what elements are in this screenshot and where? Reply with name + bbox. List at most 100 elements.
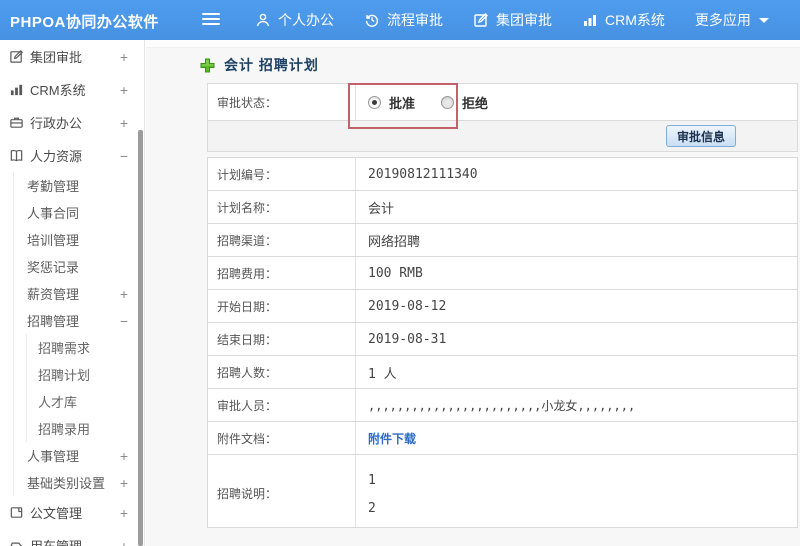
recruitment-submenu: 招聘需求 招聘计划 人才库 招聘录用 bbox=[26, 334, 144, 442]
sidebar-item-attendance[interactable]: 考勤管理 bbox=[14, 172, 144, 199]
sidebar-item-label: 人才库 bbox=[38, 395, 78, 410]
sidebar-item-recruit-demand[interactable]: 招聘需求 bbox=[27, 334, 144, 361]
attachment-download-link[interactable]: 附件下载 bbox=[368, 430, 416, 447]
sidebar-item-hr-contract[interactable]: 人事合同 bbox=[14, 199, 144, 226]
radio-approve[interactable]: 批准 bbox=[368, 93, 415, 112]
chart-icon bbox=[9, 82, 24, 97]
sidebar-item-recruitment[interactable]: 招聘管理 − bbox=[14, 307, 144, 334]
car-icon bbox=[9, 538, 24, 546]
field-value: 网络招聘 bbox=[368, 234, 421, 250]
expand-icon[interactable]: + bbox=[120, 82, 128, 98]
radio-label: 批准 bbox=[389, 95, 416, 111]
field-label: 招聘渠道： bbox=[208, 224, 356, 256]
expand-icon[interactable]: + bbox=[120, 505, 128, 521]
sidebar-item-label: 招聘需求 bbox=[38, 341, 91, 356]
nav-label: 集团审批 bbox=[496, 12, 552, 28]
field-label: 审批人员： bbox=[208, 389, 356, 421]
document-icon bbox=[9, 505, 24, 520]
sidebar-item-salary[interactable]: 薪资管理 + bbox=[14, 280, 144, 307]
approval-form: 审批状态： 批准 拒绝 审批信息 计划编号： 20190812111340 计划… bbox=[207, 83, 798, 528]
collapse-icon[interactable]: − bbox=[120, 313, 128, 329]
history-icon bbox=[364, 12, 380, 28]
app-window: PHPOA协同办公软件 个人办公 流程审批 集团审批 CRM系统 更多应用 集团… bbox=[0, 0, 800, 546]
field-row-end-date: 结束日期： 2019-08-31 bbox=[207, 322, 798, 355]
nav-label: 个人办公 bbox=[278, 12, 334, 28]
expand-icon[interactable]: + bbox=[120, 475, 128, 491]
sidebar-item-rewards[interactable]: 奖惩记录 bbox=[14, 253, 144, 280]
field-row-plan-name: 计划名称： 会计 bbox=[207, 190, 798, 223]
sidebar-item-crm[interactable]: CRM系统 + bbox=[0, 73, 144, 106]
sidebar-item-label: CRM系统 bbox=[30, 83, 86, 98]
expand-icon[interactable]: + bbox=[120, 115, 128, 131]
sidebar-item-label: 考勤管理 bbox=[27, 179, 80, 194]
expand-icon[interactable]: + bbox=[120, 448, 128, 464]
page-title-text: 会计 招聘计划 bbox=[224, 57, 319, 73]
field-label: 招聘说明： bbox=[208, 455, 356, 527]
radio-selected-icon[interactable] bbox=[368, 95, 381, 109]
field-value: 2019-08-31 bbox=[368, 331, 447, 347]
sidebar-item-recruit-plan[interactable]: 招聘计划 bbox=[27, 361, 144, 388]
expand-icon[interactable]: + bbox=[120, 538, 128, 546]
nav-item-crm[interactable]: CRM系统 bbox=[567, 0, 680, 40]
briefcase-icon bbox=[9, 115, 24, 130]
field-label: 开始日期： bbox=[208, 290, 356, 322]
top-navigation: 个人办公 流程审批 集团审批 CRM系统 更多应用 bbox=[240, 0, 784, 40]
plan-details-table: 计划编号： 20190812111340 计划名称： 会计 招聘渠道： 网络招聘… bbox=[207, 157, 798, 528]
nav-label: 更多应用 bbox=[694, 12, 751, 28]
collapse-icon[interactable]: − bbox=[120, 148, 128, 164]
field-row-attachment: 附件文档： 附件下载 bbox=[207, 421, 798, 454]
sidebar-item-label: 公文管理 bbox=[30, 506, 83, 521]
sidebar-item-base-category[interactable]: 基础类别设置 + bbox=[14, 469, 144, 496]
approval-info-button[interactable]: 审批信息 bbox=[665, 125, 736, 147]
field-value: 1 2 bbox=[356, 455, 797, 527]
field-row-headcount: 招聘人数： 1 人 bbox=[207, 355, 798, 388]
field-value: 20190812111340 bbox=[368, 166, 478, 182]
sidebar-item-label: 招聘管理 bbox=[27, 314, 80, 329]
user-icon bbox=[255, 12, 271, 28]
description-line-1: 1 bbox=[368, 473, 376, 488]
sidebar-item-documents[interactable]: 公文管理 + bbox=[0, 496, 144, 529]
field-label: 附件文档： bbox=[208, 422, 356, 454]
sidebar-item-label: 人力资源 bbox=[30, 149, 83, 164]
nav-item-personal-office[interactable]: 个人办公 bbox=[240, 0, 349, 40]
sidebar-item-label: 基础类别设置 bbox=[27, 476, 106, 491]
sidebar-item-training[interactable]: 培训管理 bbox=[14, 226, 144, 253]
top-header: PHPOA协同办公软件 个人办公 流程审批 集团审批 CRM系统 更多应用 bbox=[0, 0, 800, 40]
field-row-cost: 招聘费用： 100 RMB bbox=[207, 256, 798, 289]
status-radio-group: 批准 拒绝 bbox=[368, 93, 488, 112]
sidebar-item-recruit-hire[interactable]: 招聘录用 bbox=[27, 415, 144, 442]
field-row-plan-no: 计划编号： 20190812111340 bbox=[207, 157, 798, 190]
edit-icon bbox=[9, 49, 24, 64]
book-icon bbox=[9, 148, 24, 163]
radio-reject[interactable]: 拒绝 bbox=[441, 93, 488, 112]
chart-icon bbox=[582, 12, 598, 28]
sidebar-item-group-approval[interactable]: 集团审批 + bbox=[0, 40, 144, 73]
expand-icon[interactable]: + bbox=[120, 286, 128, 302]
expand-icon[interactable]: + bbox=[120, 49, 128, 65]
radio-unselected-icon[interactable] bbox=[441, 95, 455, 109]
sidebar-scrollbar[interactable] bbox=[138, 130, 143, 546]
field-row-start-date: 开始日期： 2019-08-12 bbox=[207, 289, 798, 322]
hr-submenu: 考勤管理 人事合同 培训管理 奖惩记录 薪资管理 + 招聘管理 − 招聘需求 招聘计… bbox=[13, 172, 144, 496]
sidebar-item-vehicle[interactable]: 用车管理 + bbox=[0, 529, 144, 546]
sidebar-item-admin-office[interactable]: 行政办公 + bbox=[0, 106, 144, 139]
description-line-2: 2 bbox=[368, 501, 376, 516]
status-label: 审批状态： bbox=[208, 84, 356, 120]
sidebar-item-talent-pool[interactable]: 人才库 bbox=[27, 388, 144, 415]
sidebar-item-hr[interactable]: 人力资源 − bbox=[0, 139, 144, 172]
status-row: 审批状态： 批准 拒绝 bbox=[207, 83, 798, 121]
field-label: 招聘费用： bbox=[208, 257, 356, 289]
button-strip: 审批信息 bbox=[207, 121, 798, 152]
nav-item-workflow-approval[interactable]: 流程审批 bbox=[349, 0, 458, 40]
sidebar-item-personnel[interactable]: 人事管理 + bbox=[14, 442, 144, 469]
field-label: 计划编号： bbox=[208, 158, 356, 190]
field-label: 招聘人数： bbox=[208, 356, 356, 388]
sidebar-item-label: 人事合同 bbox=[27, 206, 80, 221]
sidebar: 集团审批 + CRM系统 + 行政办公 + 人力资源 − 考勤管理 人事合同 培… bbox=[0, 40, 145, 546]
nav-item-more-apps[interactable]: 更多应用 bbox=[680, 0, 784, 40]
menu-toggle-icon[interactable] bbox=[202, 13, 220, 27]
nav-item-group-approval[interactable]: 集团审批 bbox=[458, 0, 567, 40]
field-label: 计划名称： bbox=[208, 191, 356, 223]
sidebar-item-label: 用车管理 bbox=[30, 536, 82, 546]
add-icon bbox=[200, 58, 215, 73]
